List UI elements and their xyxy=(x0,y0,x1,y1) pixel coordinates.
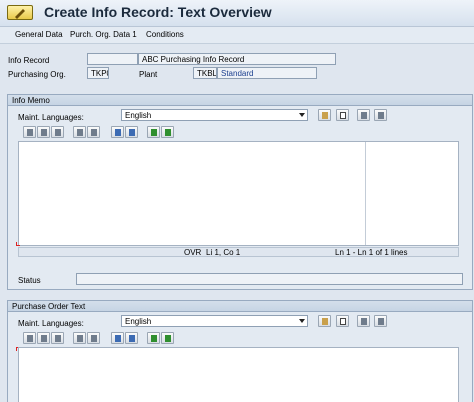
delete-icon[interactable] xyxy=(318,315,331,327)
redo-icon[interactable] xyxy=(87,126,100,138)
copy-text-icon[interactable] xyxy=(374,315,387,327)
paste-icon[interactable] xyxy=(51,126,64,138)
cursor-position: Li 1, Co 1 xyxy=(206,248,241,257)
find-next-icon[interactable] xyxy=(125,126,138,138)
tab-purch-org-data[interactable]: Purch. Org. Data 1 xyxy=(70,30,137,39)
info-record-text: ABC Purchasing Info Record xyxy=(138,53,336,65)
purch-org-label: Purchasing Org. xyxy=(8,70,66,79)
export-icon[interactable] xyxy=(161,332,174,344)
find-icon[interactable] xyxy=(111,332,124,344)
edit-icon[interactable] xyxy=(357,109,370,121)
find-next-icon[interactable] xyxy=(125,332,138,344)
tab-bar: General Data Purch. Org. Data 1 Conditio… xyxy=(0,27,474,44)
page-title: Create Info Record: Text Overview xyxy=(44,4,272,20)
display-change-icon[interactable] xyxy=(7,5,33,20)
overwrite-mode: OVR xyxy=(184,248,202,257)
paste-icon[interactable] xyxy=(51,332,64,344)
edit-icon[interactable] xyxy=(357,315,370,327)
language-value-2: English xyxy=(125,317,152,326)
info-memo-editor[interactable] xyxy=(18,141,459,246)
info-record-label: Info Record xyxy=(8,56,50,65)
editor-margin-line xyxy=(365,142,366,245)
undo-icon[interactable] xyxy=(73,126,86,138)
find-icon[interactable] xyxy=(111,126,124,138)
purchase-order-text-group: Purchase Order Text Maint. Languages: En… xyxy=(7,300,473,402)
redo-icon[interactable] xyxy=(87,332,100,344)
language-select[interactable]: English xyxy=(121,109,308,121)
purchase-order-text-editor[interactable] xyxy=(18,347,459,402)
status-field xyxy=(76,273,463,285)
maint-languages-label-2: Maint. Languages: xyxy=(18,319,84,328)
cut-icon[interactable] xyxy=(23,126,36,138)
chevron-down-icon xyxy=(299,319,305,323)
export-icon[interactable] xyxy=(161,126,174,138)
import-icon[interactable] xyxy=(147,332,160,344)
new-document-icon[interactable] xyxy=(336,109,349,121)
tab-general-data[interactable]: General Data xyxy=(15,30,63,39)
info-record-field[interactable] xyxy=(87,53,138,65)
purchase-order-text-title: Purchase Order Text xyxy=(8,301,472,312)
status-label: Status xyxy=(18,276,41,285)
plant-field[interactable]: TKBL xyxy=(193,67,217,79)
copy-icon[interactable] xyxy=(37,332,50,344)
plant-text: Standard xyxy=(217,67,317,79)
line-count: Ln 1 - Ln 1 of 1 lines xyxy=(335,248,408,257)
info-memo-title: Info Memo xyxy=(8,95,472,106)
plant-label: Plant xyxy=(139,70,158,79)
copy-icon[interactable] xyxy=(37,126,50,138)
delete-icon[interactable] xyxy=(318,109,331,121)
new-document-icon[interactable] xyxy=(336,315,349,327)
editor-status-bar: OVR Li 1, Co 1 Ln 1 - Ln 1 of 1 lines xyxy=(18,247,459,257)
info-memo-group: Info Memo Maint. Languages: English OVR … xyxy=(7,94,473,290)
undo-icon[interactable] xyxy=(73,332,86,344)
copy-text-icon[interactable] xyxy=(374,109,387,121)
import-icon[interactable] xyxy=(147,126,160,138)
cut-icon[interactable] xyxy=(23,332,36,344)
title-bar: Create Info Record: Text Overview xyxy=(0,0,474,27)
maint-languages-label: Maint. Languages: xyxy=(18,113,84,122)
tab-conditions[interactable]: Conditions xyxy=(146,30,184,39)
language-value: English xyxy=(125,111,152,120)
purch-org-field[interactable]: TKP0 xyxy=(87,67,109,79)
chevron-down-icon xyxy=(299,113,305,117)
editor-corner-mark xyxy=(16,242,20,246)
language-select-2[interactable]: English xyxy=(121,315,308,327)
